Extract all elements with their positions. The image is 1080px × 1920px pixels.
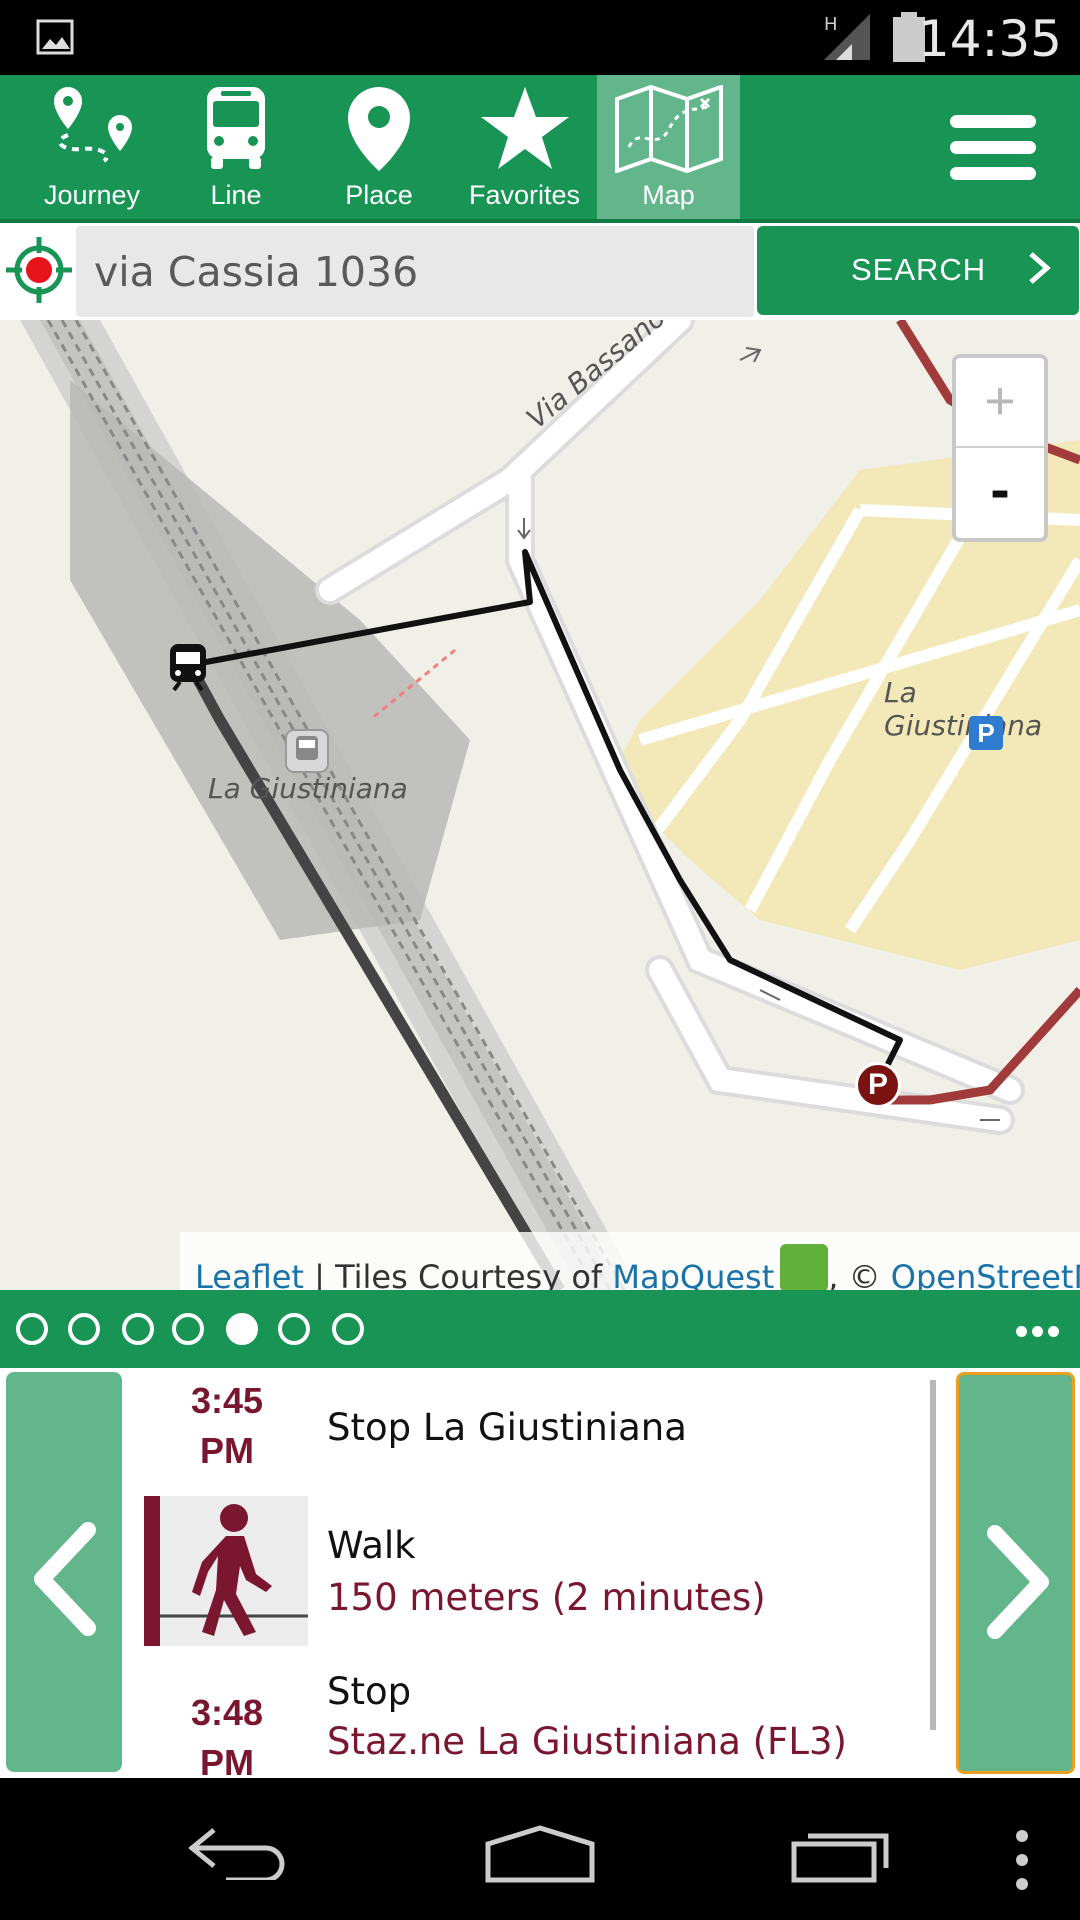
system-navigation-bar — [0, 1778, 1080, 1920]
tab-map-label: Map — [642, 180, 695, 210]
map-icon — [614, 85, 723, 173]
chevron-right-icon — [1029, 252, 1051, 284]
tab-line-label: Line — [210, 180, 262, 210]
walk-icon — [160, 1504, 308, 1636]
map-attribution: Leaflet | Tiles Courtesy of MapQuest, © … — [180, 1232, 1080, 1290]
step-time: 3:48 PM — [190, 1692, 264, 1778]
step-title: Stop — [327, 1670, 412, 1713]
attribution-text: | Tiles Courtesy of — [303, 1258, 613, 1290]
image-icon — [36, 19, 74, 55]
walk-details: 150 meters (2 minutes) — [327, 1576, 766, 1619]
zoom-control: + - — [952, 354, 1048, 542]
copyright-text: , © — [828, 1258, 891, 1290]
search-bar: SEARCH — [0, 223, 1080, 320]
pager-dot[interactable] — [172, 1313, 204, 1345]
tab-favorites[interactable]: Favorites — [452, 75, 597, 219]
signal-icon: H — [824, 14, 870, 60]
stop-name: Staz.ne La Giustiniana (FL3) — [327, 1720, 847, 1763]
itinerary-panel: 3:45 PM Stop La Giustiniana Walk 150 met… — [0, 1368, 1080, 1778]
leaflet-link[interactable]: Leaflet — [195, 1258, 304, 1290]
back-icon[interactable] — [186, 1824, 290, 1880]
pager-dot[interactable] — [332, 1313, 364, 1345]
pager-dot[interactable] — [278, 1313, 310, 1345]
svg-text:H: H — [824, 14, 838, 35]
next-step-button[interactable] — [956, 1372, 1075, 1774]
search-input[interactable] — [76, 226, 754, 317]
locate-me-icon[interactable] — [4, 235, 74, 305]
overflow-menu-icon[interactable] — [1010, 1828, 1034, 1892]
station-label: La Giustiniana — [208, 772, 408, 805]
train-marker-icon[interactable] — [166, 642, 210, 692]
top-navigation: Journey Line Place Favorites Map — [0, 75, 1080, 219]
tab-map[interactable]: Map — [597, 75, 740, 219]
tab-place-label: Place — [345, 180, 413, 210]
zoom-out-button[interactable]: - — [956, 450, 1044, 538]
search-button-label: SEARCH — [851, 252, 987, 287]
parking-stop-marker[interactable]: P — [855, 1062, 901, 1108]
zoom-in-button[interactable]: + — [956, 358, 1044, 448]
tab-journey-label: Journey — [43, 180, 141, 210]
tab-place[interactable]: Place — [306, 75, 452, 219]
pager-dot-active[interactable] — [226, 1313, 258, 1345]
hamburger-menu-icon[interactable] — [950, 115, 1036, 180]
clock: 14:35 — [917, 10, 1062, 68]
pager-dot[interactable] — [16, 1313, 48, 1345]
mapquest-link[interactable]: MapQuest — [612, 1258, 774, 1290]
pager-dot[interactable] — [122, 1313, 154, 1345]
openstreetmap-link[interactable]: OpenStreetMap — [891, 1258, 1080, 1290]
scrollbar[interactable] — [930, 1380, 936, 1730]
step-time: 3:45 PM — [190, 1380, 264, 1471]
step-pager — [0, 1290, 1080, 1368]
step-title: Stop La Giustiniana — [327, 1406, 687, 1449]
mapquest-logo — [780, 1244, 829, 1290]
pager-dot[interactable] — [68, 1313, 100, 1345]
walk-icon-box — [144, 1496, 308, 1646]
map-view[interactable]: Via Bassano La Giustiniana La Giustinian… — [0, 320, 1080, 1290]
place-pin-icon — [348, 87, 410, 171]
home-icon[interactable] — [484, 1824, 596, 1884]
previous-step-button[interactable] — [6, 1372, 122, 1772]
tab-favorites-label: Favorites — [468, 180, 581, 210]
chevron-right-icon — [987, 1525, 1049, 1639]
search-button[interactable]: SEARCH — [757, 226, 1079, 315]
bus-icon — [207, 87, 265, 169]
recent-apps-icon[interactable] — [790, 1824, 896, 1884]
tab-journey[interactable]: Journey — [18, 75, 166, 219]
more-options-icon[interactable] — [1016, 1324, 1066, 1337]
map-tiles — [20, 320, 1080, 1290]
parking-sign-icon: P — [969, 716, 1003, 750]
train-station-icon — [285, 729, 329, 773]
journey-icon — [54, 87, 132, 163]
tab-line[interactable]: Line — [166, 75, 306, 219]
walk-title: Walk — [327, 1524, 416, 1567]
status-bar: H 14:35 — [0, 0, 1080, 75]
star-icon — [480, 87, 569, 169]
chevron-left-icon — [34, 1522, 96, 1636]
